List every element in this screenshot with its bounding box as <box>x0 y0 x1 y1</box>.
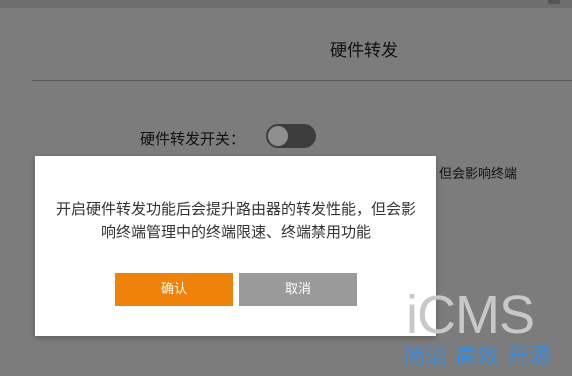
dialog-message: 开启硬件转发功能后会提升路由器的转发性能，但会影响终端管理中的终端限速、终端禁用… <box>55 200 416 241</box>
toggle-knob <box>268 126 288 146</box>
hardware-forwarding-toggle[interactable] <box>266 124 316 148</box>
cancel-button[interactable]: 取消 <box>239 273 357 306</box>
hardware-forwarding-switch-label: 硬件转发开关： <box>140 130 246 148</box>
top-bar <box>0 0 572 8</box>
watermark-tagline: 简洁 高效 开源 <box>404 344 552 368</box>
confirm-dialog: 开启硬件转发功能后会提升路由器的转发性能，但会影响终端管理中的终端限速、终端禁用… <box>35 156 436 336</box>
watermark-logo: iCMS <box>406 285 535 345</box>
title-divider <box>32 80 572 81</box>
top-bar-handle <box>548 0 560 4</box>
page-title: 硬件转发 <box>330 41 398 61</box>
confirm-button[interactable]: 确认 <box>115 273 233 306</box>
